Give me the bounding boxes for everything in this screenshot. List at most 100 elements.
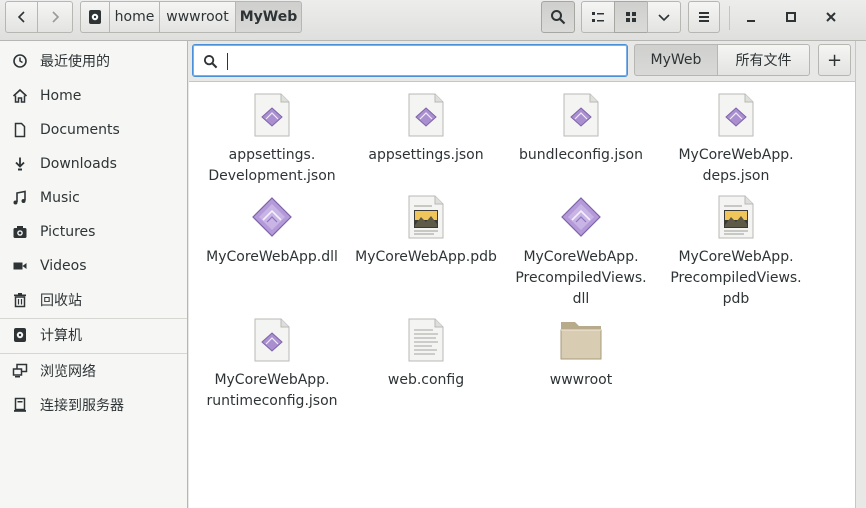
sidebar-item-downloads[interactable]: Downloads bbox=[0, 147, 187, 181]
file-grid: appsettings. Development.json appsetting… bbox=[189, 82, 855, 508]
scope-all-label: 所有文件 bbox=[735, 53, 792, 69]
scope-all-files-button[interactable]: 所有文件 bbox=[717, 44, 810, 76]
file-name: MyCoreWebApp.dll bbox=[206, 249, 338, 265]
breadcrumb-label: MyWeb bbox=[239, 9, 298, 25]
trash-icon bbox=[12, 292, 28, 308]
sidebar-item-recent[interactable]: 最近使用的 bbox=[0, 44, 187, 78]
file-name: web.config bbox=[387, 372, 465, 388]
breadcrumb-root[interactable] bbox=[80, 1, 110, 33]
file-item[interactable]: MyCoreWebApp. PrecompiledViews. pdb bbox=[661, 193, 811, 310]
camera-icon bbox=[12, 224, 28, 240]
document-icon bbox=[12, 122, 28, 138]
go-back-icon bbox=[17, 11, 25, 23]
sidebar-item-music[interactable]: Music bbox=[0, 181, 187, 215]
pdb-file-icon bbox=[402, 193, 450, 241]
scope-current-label: MyWeb bbox=[650, 52, 702, 68]
menu-button[interactable] bbox=[688, 1, 720, 33]
window-edge bbox=[855, 41, 866, 508]
sidebar-item-label: Downloads bbox=[40, 156, 117, 172]
search-input[interactable] bbox=[192, 44, 628, 77]
file-item[interactable]: bundleconfig.json bbox=[506, 91, 656, 166]
view-options-button[interactable] bbox=[647, 1, 681, 33]
file-item[interactable]: MyCoreWebApp. deps.json bbox=[661, 91, 811, 187]
pdb-file-icon bbox=[712, 193, 760, 241]
close-icon bbox=[826, 12, 836, 22]
breadcrumb-wwwroot[interactable]: wwwroot bbox=[159, 1, 236, 33]
breadcrumb-label: home bbox=[114, 9, 155, 25]
file-item[interactable]: MyCoreWebApp.dll bbox=[197, 193, 347, 268]
file-name: appsettings.json bbox=[368, 147, 484, 163]
search-bar: MyWeb 所有文件 + bbox=[189, 41, 855, 82]
dll-file-icon bbox=[557, 193, 605, 241]
folder-icon bbox=[557, 316, 605, 364]
sidebar-item-label: 最近使用的 bbox=[40, 54, 110, 70]
file-name: MyCoreWebApp. PrecompiledViews. dll bbox=[515, 249, 647, 307]
server-icon bbox=[12, 397, 28, 413]
folder-name: wwwroot bbox=[549, 372, 613, 388]
file-item[interactable]: web.config bbox=[351, 316, 501, 391]
grid-view-button[interactable] bbox=[614, 1, 648, 33]
list-view-button[interactable] bbox=[581, 1, 615, 33]
sidebar-item-label: Videos bbox=[40, 258, 87, 274]
sidebar-item-videos[interactable]: Videos bbox=[0, 249, 187, 283]
header-bar: home wwwroot MyWeb bbox=[0, 0, 866, 41]
sidebar-item-documents[interactable]: Documents bbox=[0, 113, 187, 147]
breadcrumb-myweb[interactable]: MyWeb bbox=[235, 1, 302, 33]
sidebar-item-label: 浏览网络 bbox=[40, 364, 96, 380]
search-icon bbox=[203, 54, 218, 69]
file-name: MyCoreWebApp. deps.json bbox=[678, 147, 794, 184]
sidebar-item-label: Home bbox=[40, 88, 82, 104]
back-button[interactable] bbox=[5, 1, 38, 33]
sidebar-item-home[interactable]: Home bbox=[0, 79, 187, 113]
minimize-icon bbox=[747, 20, 755, 22]
search-icon bbox=[551, 10, 566, 25]
sidebar-item-label: 计算机 bbox=[40, 328, 82, 344]
breadcrumb-home[interactable]: home bbox=[109, 1, 160, 33]
places-sidebar: 最近使用的 Home Documents Downloads Music Pic… bbox=[0, 41, 188, 508]
file-name: appsettings. Development.json bbox=[208, 147, 336, 184]
json-file-icon bbox=[248, 316, 296, 364]
header-separator bbox=[729, 6, 730, 30]
sidebar-item-computer[interactable]: 计算机 bbox=[0, 318, 187, 352]
file-item[interactable]: appsettings. Development.json bbox=[197, 91, 347, 187]
download-icon bbox=[12, 156, 28, 172]
file-item[interactable]: MyCoreWebApp. PrecompiledViews. dll bbox=[506, 193, 656, 310]
text-file-icon bbox=[402, 316, 450, 364]
computer-drive-icon bbox=[12, 327, 28, 343]
file-name: MyCoreWebApp. runtimeconfig.json bbox=[206, 372, 338, 409]
go-forward-icon bbox=[52, 11, 60, 23]
add-search-criteria-button[interactable]: + bbox=[818, 44, 851, 76]
add-icon: + bbox=[826, 49, 843, 71]
grid-view-icon bbox=[626, 12, 636, 22]
file-item[interactable]: MyCoreWebApp.pdb bbox=[351, 193, 501, 268]
sidebar-item-connect-server[interactable]: 连接到服务器 bbox=[0, 388, 187, 422]
home-icon bbox=[12, 88, 28, 104]
recent-clock-icon bbox=[12, 53, 28, 69]
file-item[interactable]: MyCoreWebApp. runtimeconfig.json bbox=[197, 316, 347, 412]
hamburger-menu-icon bbox=[699, 12, 709, 22]
sidebar-item-pictures[interactable]: Pictures bbox=[0, 215, 187, 249]
forward-button[interactable] bbox=[37, 1, 73, 33]
sidebar-item-trash[interactable]: 回收站 bbox=[0, 283, 187, 317]
sidebar-item-label: Documents bbox=[40, 122, 120, 138]
chevron-down-icon bbox=[658, 14, 670, 22]
folder-item[interactable]: wwwroot bbox=[506, 316, 656, 391]
json-file-icon bbox=[248, 91, 296, 139]
json-file-icon bbox=[712, 91, 760, 139]
sidebar-item-label: 连接到服务器 bbox=[40, 398, 124, 414]
scope-current-folder-button[interactable]: MyWeb bbox=[634, 44, 718, 76]
text-caret bbox=[227, 53, 228, 70]
network-icon bbox=[12, 363, 28, 379]
dll-file-icon bbox=[248, 193, 296, 241]
sidebar-item-label: Pictures bbox=[40, 224, 96, 240]
drive-icon bbox=[89, 10, 101, 24]
minimize-button[interactable] bbox=[733, 1, 769, 33]
file-item[interactable]: appsettings.json bbox=[351, 91, 501, 166]
video-icon bbox=[12, 258, 28, 274]
search-toggle-button[interactable] bbox=[541, 1, 575, 33]
sidebar-item-network[interactable]: 浏览网络 bbox=[0, 354, 187, 388]
file-name: bundleconfig.json bbox=[519, 147, 643, 163]
maximize-button[interactable] bbox=[773, 1, 809, 33]
music-icon bbox=[12, 190, 28, 206]
close-button[interactable] bbox=[813, 1, 849, 33]
